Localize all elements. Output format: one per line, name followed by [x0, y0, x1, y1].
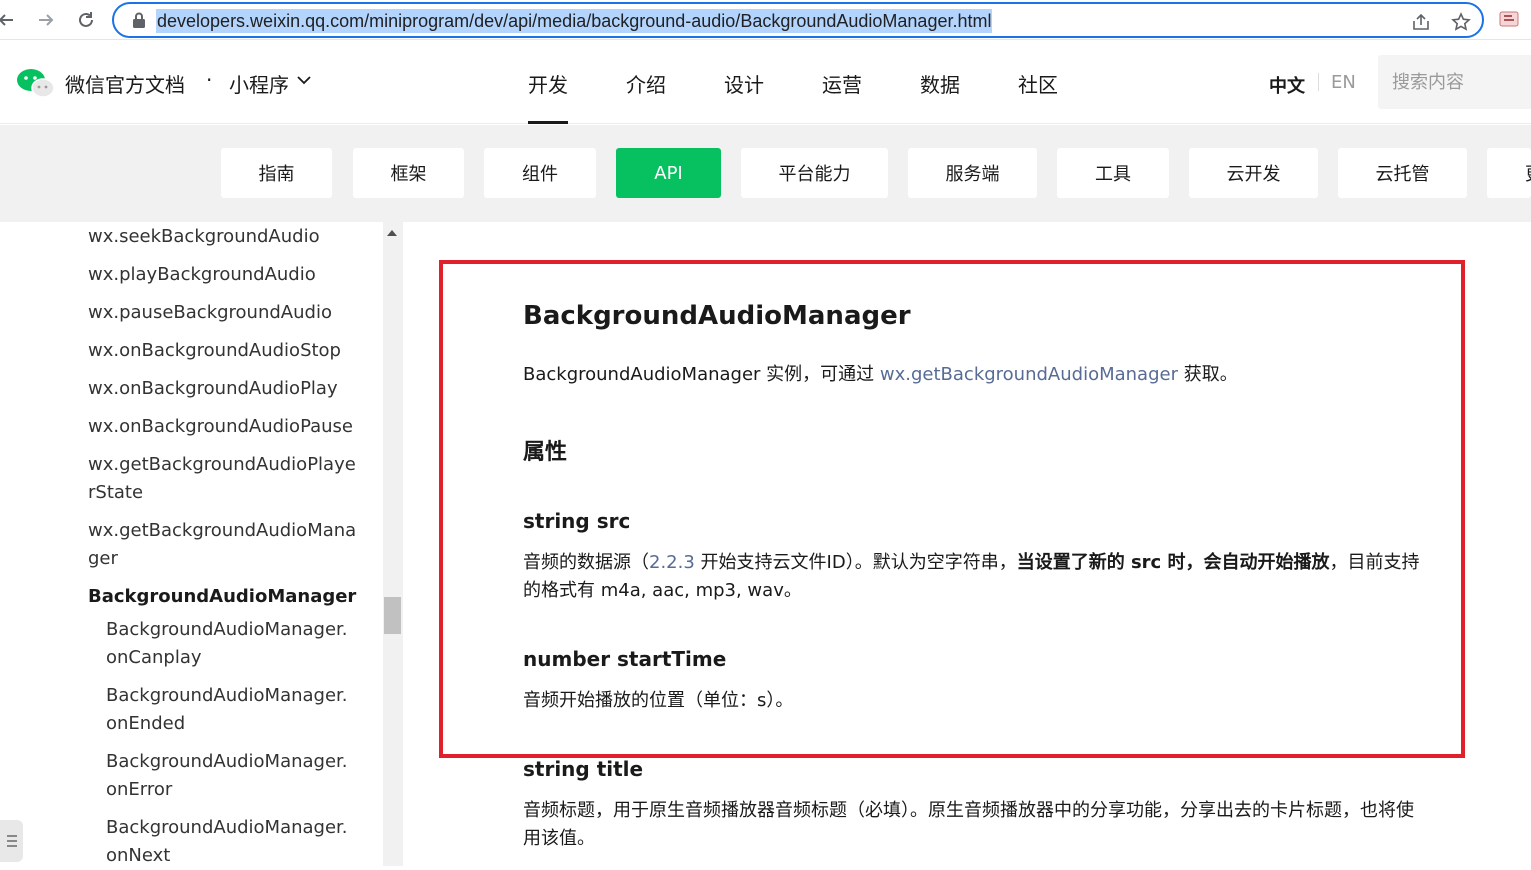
- nav-item-design[interactable]: 设计: [724, 41, 764, 124]
- nav-item-dev[interactable]: 开发: [528, 41, 568, 124]
- intro-text: BackgroundAudioManager 实例，可通过 wx.getBack…: [523, 360, 1238, 386]
- wechat-logo-icon[interactable]: [16, 67, 56, 99]
- site-header: 微信官方文档 · 小程序 开发 介绍 设计 运营 数据 社区 中文 EN: [0, 41, 1531, 124]
- prop-desc-part: 音频的数据源（: [523, 552, 649, 573]
- sidebar-item-active[interactable]: BackgroundAudioManager: [88, 583, 358, 611]
- prop-desc: 音频开始播放的位置（单位：s）。: [523, 690, 794, 711]
- product-switcher[interactable]: 小程序: [229, 69, 289, 98]
- browser-toolbar: developers.weixin.qq.com/miniprogram/dev…: [0, 0, 1531, 40]
- prop-desc-part: 开始支持云文件ID）。默认为空字符串，: [694, 552, 1017, 573]
- tab-components[interactable]: 组件: [484, 148, 596, 198]
- nav-item-data[interactable]: 数据: [920, 41, 960, 124]
- nav-item-community[interactable]: 社区: [1018, 41, 1058, 124]
- intro-link[interactable]: wx.getBackgroundAudioManager: [880, 364, 1178, 385]
- lang-divider: [1318, 73, 1319, 91]
- prop-name: string title: [523, 757, 644, 781]
- sidebar-item[interactable]: wx.playBackgroundAudio: [88, 261, 358, 289]
- version-link[interactable]: 2.2.3: [649, 552, 695, 573]
- sidebar-subitem[interactable]: BackgroundAudioManager.onCanplay: [106, 616, 356, 672]
- star-icon[interactable]: [1450, 11, 1472, 33]
- sidebar-subitem[interactable]: BackgroundAudioManager.onNext: [106, 814, 356, 870]
- tab-platform[interactable]: 平台能力: [741, 148, 888, 198]
- sidebar-item[interactable]: wx.getBackgroundAudioManager: [88, 517, 358, 573]
- lang-en[interactable]: EN: [1331, 72, 1356, 93]
- page-title: BackgroundAudioManager: [523, 301, 911, 331]
- chevron-down-icon[interactable]: [297, 75, 311, 85]
- extension-icon[interactable]: [1498, 9, 1522, 31]
- search-input[interactable]: [1378, 55, 1528, 109]
- arrow-right-icon[interactable]: [32, 6, 60, 34]
- reload-icon[interactable]: [72, 6, 100, 34]
- sidebar-item[interactable]: wx.onBackgroundAudioPlay: [88, 375, 358, 403]
- sidebar-subitem[interactable]: BackgroundAudioManager.onError: [106, 748, 356, 804]
- tab-framework[interactable]: 框架: [353, 148, 464, 198]
- tab-more[interactable]: 更: [1487, 148, 1531, 198]
- sidebar-item[interactable]: wx.getBackgroundAudioPlayerState: [88, 451, 358, 507]
- tab-cloud-hosting[interactable]: 云托管: [1338, 148, 1467, 198]
- prop-desc-bold: 当设置了新的 src 时，会自动开始播放: [1016, 552, 1330, 573]
- arrow-left-icon[interactable]: [0, 6, 20, 34]
- lang-zh[interactable]: 中文: [1269, 72, 1305, 98]
- tab-tools[interactable]: 工具: [1057, 148, 1169, 198]
- menu-toggle-button[interactable]: [0, 820, 23, 862]
- intro-prefix: BackgroundAudioManager 实例，可通过: [523, 364, 880, 385]
- address-bar[interactable]: developers.weixin.qq.com/miniprogram/dev…: [112, 2, 1484, 38]
- sidebar-subitem[interactable]: BackgroundAudioManager.onEnded: [106, 682, 356, 738]
- lock-icon: [133, 12, 145, 28]
- sidebar-item[interactable]: wx.seekBackgroundAudio: [88, 223, 358, 251]
- url-text[interactable]: developers.weixin.qq.com/miniprogram/dev…: [156, 9, 993, 33]
- category-tabs: 指南 框架 组件 API 平台能力 服务端 工具 云开发 云托管 更: [0, 125, 1531, 222]
- sidebar-item[interactable]: wx.onBackgroundAudioPause: [88, 413, 358, 441]
- tab-api[interactable]: API: [616, 148, 721, 198]
- section-title: 属性: [523, 440, 568, 465]
- top-nav: 开发 介绍 设计 运营 数据 社区: [528, 41, 1116, 124]
- tab-guide[interactable]: 指南: [221, 148, 332, 198]
- sidebar-scrollbar[interactable]: [383, 222, 403, 866]
- scroll-up-icon[interactable]: [387, 230, 397, 236]
- brand-title[interactable]: 微信官方文档: [65, 69, 185, 98]
- tab-cloud-dev[interactable]: 云开发: [1189, 148, 1318, 198]
- sidebar-item[interactable]: wx.pauseBackgroundAudio: [88, 299, 358, 327]
- tab-server[interactable]: 服务端: [908, 148, 1037, 198]
- prop-desc: 音频标题，用于原生音频播放器音频标题（必填）。原生音频播放器中的分享功能，分享出…: [523, 800, 1414, 849]
- prop-name: number startTime: [523, 647, 727, 671]
- sidebar-item[interactable]: wx.onBackgroundAudioStop: [88, 337, 358, 365]
- prop-name: string src: [523, 509, 631, 533]
- intro-suffix: 获取。: [1178, 364, 1238, 385]
- search-box[interactable]: [1378, 55, 1531, 109]
- prop-desc: 音频的数据源（2.2.3 开始支持云文件ID）。默认为空字符串，当设置了新的 s…: [523, 549, 1423, 605]
- brand-dot: ·: [206, 68, 213, 92]
- nav-item-operate[interactable]: 运营: [822, 41, 862, 124]
- share-icon[interactable]: [1410, 11, 1432, 33]
- nav-item-intro[interactable]: 介绍: [626, 41, 666, 124]
- menu-icon: [6, 835, 17, 847]
- scrollbar-thumb[interactable]: [384, 597, 401, 634]
